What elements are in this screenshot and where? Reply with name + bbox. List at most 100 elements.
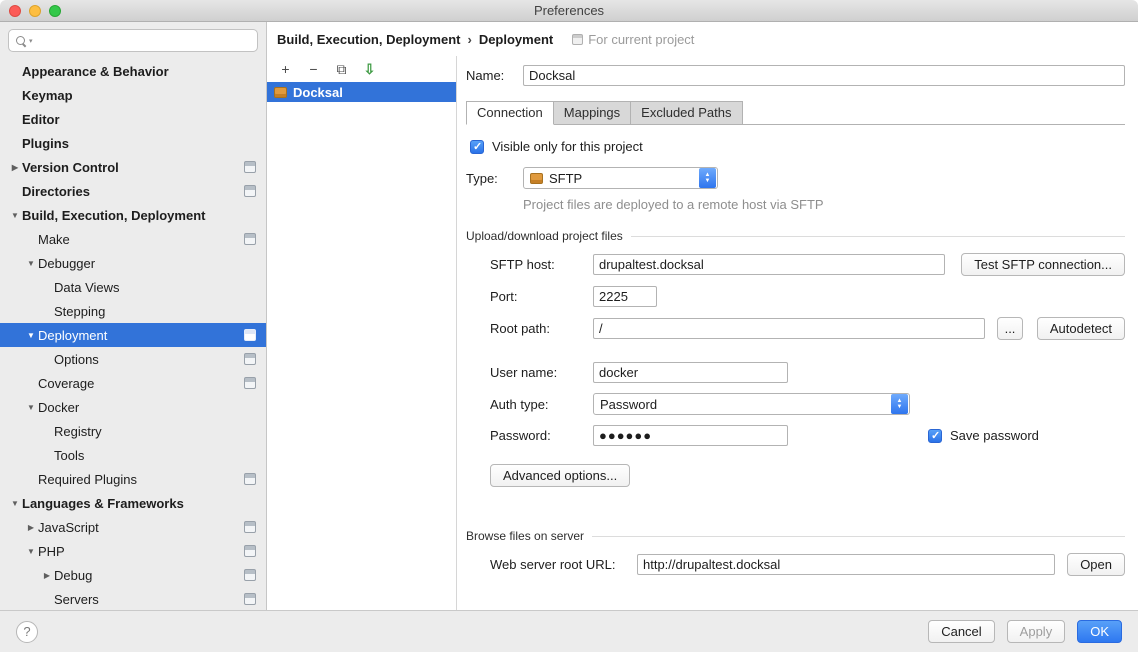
chevron-down-icon[interactable]: ▼ — [24, 331, 38, 340]
chevron-right-icon[interactable]: ▶ — [24, 523, 38, 532]
sftp-server-icon — [530, 173, 543, 184]
section-divider — [631, 236, 1125, 237]
chevron-down-icon[interactable]: ▼ — [8, 211, 22, 220]
connection-tabbar: ConnectionMappingsExcluded Paths — [466, 100, 1125, 125]
sidebar-item-label: Make — [38, 232, 70, 247]
settings-search-input[interactable] — [35, 33, 251, 48]
browse-section-label: Browse files on server — [466, 529, 584, 543]
web-root-input[interactable] — [637, 554, 1055, 575]
sidebar-item-make[interactable]: Make — [0, 227, 266, 251]
chevron-down-icon[interactable]: ▼ — [24, 403, 38, 412]
type-select[interactable]: SFTP ▲▼ — [523, 167, 718, 189]
sidebar-item-debug[interactable]: ▶Debug — [0, 563, 266, 587]
name-label: Name: — [466, 68, 523, 83]
sidebar-item-directories[interactable]: Directories — [0, 179, 266, 203]
settings-search-box[interactable]: ▾ — [8, 29, 258, 52]
name-input[interactable] — [523, 65, 1125, 86]
visible-only-checkbox[interactable] — [470, 140, 484, 154]
minimize-window-icon[interactable] — [29, 5, 41, 17]
close-window-icon[interactable] — [9, 5, 21, 17]
browse-section-header: Browse files on server — [466, 529, 1125, 543]
advanced-options-button[interactable]: Advanced options... — [490, 464, 630, 487]
sidebar-item-label: Docker — [38, 400, 79, 415]
breadcrumb-build-execution-deployment[interactable]: Build, Execution, Deployment — [277, 32, 460, 47]
tab-excluded-paths[interactable]: Excluded Paths — [630, 101, 742, 125]
copy-icon[interactable]: ⧉ — [334, 62, 349, 76]
sidebar-item-deployment[interactable]: ▼Deployment — [0, 323, 266, 347]
open-button[interactable]: Open — [1067, 553, 1125, 576]
sidebar-item-build-execution-deployment[interactable]: ▼Build, Execution, Deployment — [0, 203, 266, 227]
chevron-right-icon[interactable]: ▶ — [40, 571, 54, 580]
save-password-checkbox[interactable] — [928, 429, 942, 443]
sftp-host-input[interactable] — [593, 254, 945, 275]
sidebar-item-stepping[interactable]: Stepping — [0, 299, 266, 323]
sidebar-item-label: Debugger — [38, 256, 95, 271]
search-options-caret-icon[interactable]: ▾ — [29, 37, 33, 45]
ok-button[interactable]: OK — [1077, 620, 1122, 643]
per-project-icon — [244, 233, 256, 245]
port-input[interactable] — [593, 286, 657, 307]
remove-icon[interactable]: − — [306, 62, 321, 76]
per-project-icon — [244, 593, 256, 605]
sidebar-item-php[interactable]: ▼PHP — [0, 539, 266, 563]
tab-mappings[interactable]: Mappings — [553, 101, 631, 125]
add-icon[interactable]: + — [278, 62, 293, 76]
sidebar-item-label: Coverage — [38, 376, 94, 391]
password-input[interactable] — [593, 425, 788, 446]
autodetect-button[interactable]: Autodetect — [1037, 317, 1125, 340]
dialog-footer: ? Cancel Apply OK — [0, 610, 1138, 652]
chevron-down-icon[interactable]: ▼ — [24, 259, 38, 268]
chevron-down-icon[interactable]: ▼ — [8, 499, 22, 508]
chevron-down-icon[interactable]: ▼ — [24, 547, 38, 556]
sidebar-item-keymap[interactable]: Keymap — [0, 83, 266, 107]
sidebar-item-docker[interactable]: ▼Docker — [0, 395, 266, 419]
sidebar-item-registry[interactable]: Registry — [0, 419, 266, 443]
sidebar-item-coverage[interactable]: Coverage — [0, 371, 266, 395]
sidebar-item-required-plugins[interactable]: Required Plugins — [0, 467, 266, 491]
maximize-window-icon[interactable] — [49, 5, 61, 17]
sidebar-item-servers[interactable]: Servers — [0, 587, 266, 610]
root-path-input[interactable] — [593, 318, 985, 339]
sidebar-item-label: Keymap — [22, 88, 73, 103]
titlebar: Preferences — [0, 0, 1138, 22]
type-label: Type: — [466, 171, 523, 186]
user-name-input[interactable] — [593, 362, 788, 383]
select-stepper-icon[interactable]: ▲▼ — [699, 168, 716, 188]
server-list-panel: +−⧉ ⇩ Docksal — [267, 56, 457, 610]
port-label: Port: — [490, 289, 593, 304]
sidebar-item-version-control[interactable]: ▶Version Control — [0, 155, 266, 179]
sidebar-item-languages-frameworks[interactable]: ▼Languages & Frameworks — [0, 491, 266, 515]
server-item-docksal[interactable]: Docksal — [267, 82, 456, 102]
chevron-right-icon[interactable]: ▶ — [8, 163, 22, 172]
import-icon[interactable]: ⇩ — [362, 62, 377, 76]
test-sftp-connection-button[interactable]: Test SFTP connection... — [961, 253, 1125, 276]
sidebar-item-plugins[interactable]: Plugins — [0, 131, 266, 155]
sidebar-item-javascript[interactable]: ▶JavaScript — [0, 515, 266, 539]
sidebar-item-tools[interactable]: Tools — [0, 443, 266, 467]
tab-connection[interactable]: Connection — [466, 101, 554, 125]
deployment-form: Name: ConnectionMappingsExcluded Paths V… — [457, 56, 1138, 610]
sidebar-item-data-views[interactable]: Data Views — [0, 275, 266, 299]
settings-sidebar: ▾ Appearance & Behavior Keymap EditorPlugi… — [0, 22, 267, 610]
select-stepper-icon[interactable]: ▲▼ — [891, 394, 908, 414]
sidebar-item-appearance-behavior[interactable]: Appearance & Behavior — [0, 59, 266, 83]
breadcrumb-separator-icon: › — [467, 32, 471, 47]
auth-type-select[interactable]: Password ▲▼ — [593, 393, 910, 415]
sidebar-item-label: Appearance & Behavior — [22, 64, 169, 79]
sidebar-item-options[interactable]: Options — [0, 347, 266, 371]
sidebar-item-debugger[interactable]: ▼Debugger — [0, 251, 266, 275]
cancel-button[interactable]: Cancel — [928, 620, 994, 643]
connection-tab-content: Visible only for this project Type: SFTP… — [466, 125, 1125, 576]
sftp-host-label: SFTP host: — [490, 257, 593, 272]
project-scope: For current project — [572, 32, 694, 47]
browse-root-path-button[interactable]: ... — [997, 317, 1023, 340]
preferences-window: Preferences ▾ Appearance & Behavior Keyma… — [0, 0, 1138, 652]
sidebar-item-label: Deployment — [38, 328, 107, 343]
server-item-label: Docksal — [293, 85, 343, 100]
settings-tree: Appearance & Behavior Keymap EditorPlugins… — [0, 56, 266, 610]
apply-button[interactable]: Apply — [1007, 620, 1066, 643]
breadcrumb-deployment[interactable]: Deployment — [479, 32, 553, 47]
project-scope-label: For current project — [588, 32, 694, 47]
help-button[interactable]: ? — [16, 621, 38, 643]
sidebar-item-editor[interactable]: Editor — [0, 107, 266, 131]
